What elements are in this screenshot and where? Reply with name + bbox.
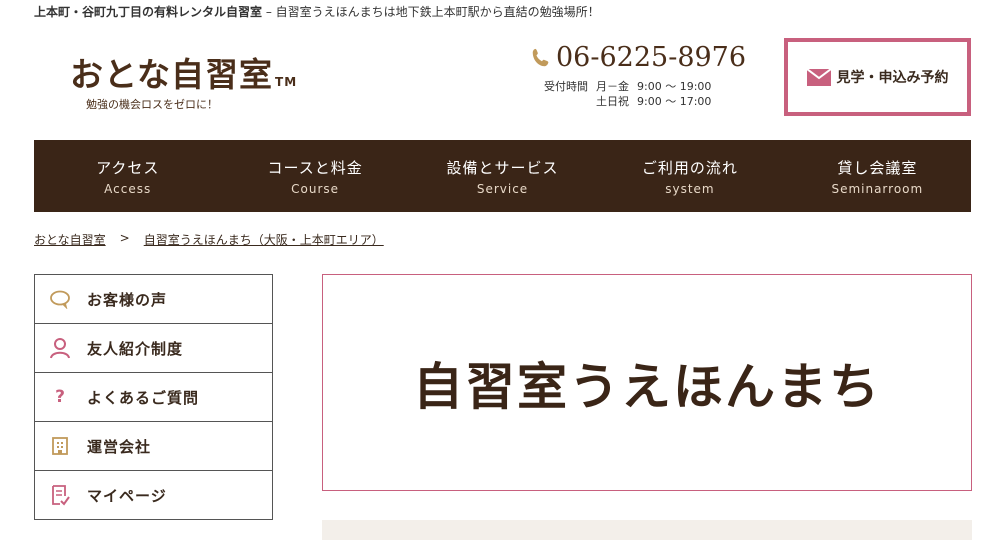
sidebar-item-label: 友人紹介制度 (87, 339, 184, 358)
hours-weekend-time: 9:00 ～ 17:00 (637, 95, 712, 108)
nav-label-jp: 設備とサービス (446, 158, 559, 177)
hours-weekday-days: 月－金 (596, 80, 629, 93)
page-title-banner: 自習室うえほんまち (322, 274, 972, 491)
mail-icon (806, 68, 831, 86)
visit-reservation-button[interactable]: 見学・申込み予約 (784, 38, 971, 116)
nav-label-jp: ご利用の流れ (641, 158, 738, 177)
speech-bubble-icon (49, 288, 71, 310)
breadcrumb: おとな自習室 > 自習室うえほんまち（大阪・上本町エリア） (34, 231, 384, 248)
nav-label-jp: アクセス (96, 158, 160, 177)
hours-label: 受付時間 (544, 80, 588, 93)
breadcrumb-home-link[interactable]: おとな自習室 (34, 231, 106, 248)
sidebar-item-reviews[interactable]: お客様の声 (35, 275, 272, 324)
sidebar-item-company[interactable]: 運営会社 (35, 422, 272, 471)
question-icon: ? (55, 387, 65, 407)
nav-item-system[interactable]: ご利用の流れ system (596, 140, 783, 212)
breadcrumb-current-link[interactable]: 自習室うえほんまち（大阪・上本町エリア） (144, 231, 384, 248)
phone-icon (532, 48, 549, 66)
nav-label-en: Seminarroom (831, 181, 924, 196)
nav-item-seminarroom[interactable]: 貸し会議室 Seminarroom (784, 140, 971, 212)
nav-label-jp: コースと料金 (267, 158, 363, 177)
logo-subtitle: 勉強の機会ロスをゼロに！ (86, 98, 218, 111)
nav-label-jp: 貸し会議室 (837, 158, 918, 177)
nav-label-en: Course (291, 181, 340, 196)
sidebar-item-mypage[interactable]: マイページ (35, 471, 272, 519)
sidebar-item-label: マイページ (87, 486, 167, 505)
nav-item-access[interactable]: アクセス Access (34, 140, 221, 212)
nav-label-en: Service (476, 181, 529, 196)
document-check-icon (49, 484, 71, 506)
sidebar-item-referral[interactable]: 友人紹介制度 (35, 324, 272, 373)
nav-label-en: system (665, 181, 715, 196)
sidebar-item-label: 運営会社 (87, 437, 152, 456)
global-nav: アクセス Access コースと料金 Course 設備とサービス Servic… (34, 140, 971, 212)
breadcrumb-separator: > (119, 231, 130, 245)
page-title: 自習室うえほんまち (413, 357, 881, 416)
site-tagline: 上本町・谷町九丁目の有料レンタル自習室 – 自習室うえほんまちは地下鉄上本町駅か… (34, 5, 600, 19)
hours-weekend-days: 土日祝 (596, 95, 629, 108)
sidebar-item-faq[interactable]: ? よくあるご質問 (35, 373, 272, 422)
sidebar-item-label: お客様の声 (87, 290, 168, 309)
nav-item-course[interactable]: コースと料金 Course (221, 140, 408, 212)
sidebar-item-label: よくあるご質問 (87, 388, 200, 407)
logo-trademark: TM (275, 75, 298, 89)
phone-number[interactable]: 06-6225-8976 (530, 42, 760, 73)
side-menu: お客様の声 友人紹介制度 ? よくあるご質問 運営会社 マイページ (34, 274, 273, 520)
logo-text: おとな自習室 TM (70, 55, 298, 94)
person-icon (49, 337, 71, 359)
visit-reservation-label: 見学・申込み予約 (836, 70, 949, 86)
hours-weekday-time: 9:00 ～ 19:00 (637, 80, 712, 93)
building-icon (49, 435, 71, 457)
contact-phone-block: 06-6225-8976 受付時間 月－金 9:00 ～ 19:00 土日祝 9… (530, 42, 760, 108)
content-section-top (322, 520, 972, 540)
nav-item-service[interactable]: 設備とサービス Service (409, 140, 596, 212)
phone-text: 06-6225-8976 (556, 42, 747, 73)
site-logo[interactable]: おとな自習室 TM 勉強の機会ロスをゼロに！ (70, 48, 298, 111)
nav-label-en: Access (104, 181, 152, 196)
business-hours: 受付時間 月－金 9:00 ～ 19:00 土日祝 9:00 ～ 17:00 (544, 79, 711, 109)
